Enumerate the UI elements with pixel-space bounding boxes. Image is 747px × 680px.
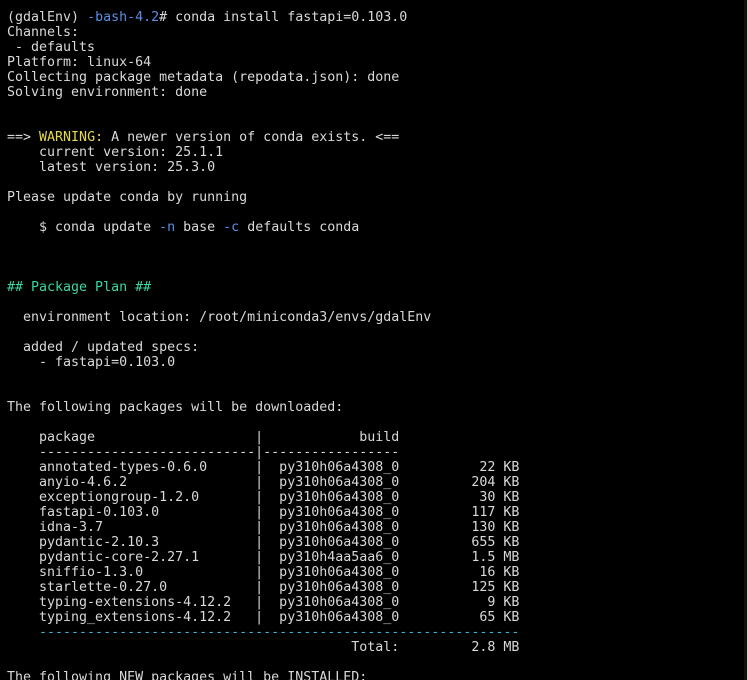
terminal-text-segment: - fastapi=0.103.0 — [7, 355, 176, 370]
terminal-text-segment: current version: 25.1.1 — [7, 145, 224, 160]
terminal-line: environment location: /root/miniconda3/e… — [7, 310, 747, 325]
terminal-text-segment: ----------------------------------------… — [7, 625, 520, 640]
terminal-text-segment: The following packages will be downloade… — [7, 400, 344, 415]
terminal-text-segment: ## Package Plan ## — [7, 280, 152, 295]
terminal-line: ==> WARNING: A newer version of conda ex… — [7, 130, 747, 145]
terminal-line: anyio-4.6.2 | py310h06a4308_0 204 KB — [7, 475, 747, 490]
terminal-line: ## Package Plan ## — [7, 280, 747, 295]
terminal-text-segment: -c — [223, 220, 240, 235]
terminal-line: Platform: linux-64 — [7, 55, 747, 70]
terminal-text-segment: - defaults — [7, 40, 96, 55]
terminal-text-segment: -n — [159, 220, 176, 235]
terminal-text-segment: # conda install fastapi=0.103.0 — [159, 10, 408, 25]
terminal-text-segment: Total: 2.8 MB — [7, 640, 520, 655]
terminal-line: ----------------------------------------… — [7, 625, 747, 640]
terminal-line: ---------------------------|------------… — [7, 445, 747, 460]
terminal-text-segment: fastapi-0.103.0 | py310h06a4308_0 117 KB — [7, 505, 520, 520]
terminal-text-segment: Please update conda by running — [7, 190, 248, 205]
terminal-line: - fastapi=0.103.0 — [7, 355, 747, 370]
terminal-text-segment: Channels: — [7, 25, 80, 40]
terminal-window[interactable]: (gdalEnv) -bash-4.2# conda install fasta… — [0, 0, 747, 680]
terminal-line: idna-3.7 | py310h06a4308_0 130 KB — [7, 520, 747, 535]
terminal-text-segment: WARNING: — [39, 130, 104, 145]
terminal-text-segment: starlette-0.27.0 | py310h06a4308_0 125 K… — [7, 580, 520, 595]
terminal-text-segment: idna-3.7 | py310h06a4308_0 130 KB — [7, 520, 520, 535]
terminal-text-segment: anyio-4.6.2 | py310h06a4308_0 204 KB — [7, 475, 520, 490]
terminal-text-segment: typing-extensions-4.12.2 | py310h06a4308… — [7, 595, 520, 610]
terminal-text-segment: typing_extensions-4.12.2 | py310h06a4308… — [7, 610, 520, 625]
terminal-text-segment: A newer version of conda exists. <== — [103, 130, 400, 145]
terminal-text-segment: pydantic-core-2.27.1 | py310h4aa5aa6_0 1… — [7, 550, 520, 565]
terminal-text-segment: -bash-4.2 — [87, 10, 160, 25]
terminal-line: annotated-types-0.6.0 | py310h06a4308_0 … — [7, 460, 747, 475]
terminal-line: added / updated specs: — [7, 340, 747, 355]
terminal-line: typing_extensions-4.12.2 | py310h06a4308… — [7, 610, 747, 625]
terminal-text-segment: ---------------------------|------------… — [7, 445, 400, 460]
terminal-text-segment: base — [175, 220, 224, 235]
terminal-text-segment: The following NEW packages will be INSTA… — [7, 670, 368, 680]
terminal-line: pydantic-2.10.3 | py310h06a4308_0 655 KB — [7, 535, 747, 550]
terminal-line: starlette-0.27.0 | py310h06a4308_0 125 K… — [7, 580, 747, 595]
terminal-line: Please update conda by running — [7, 190, 747, 205]
terminal-line: $ conda update -n base -c defaults conda — [7, 220, 747, 235]
terminal-line: The following packages will be downloade… — [7, 400, 747, 415]
terminal-line: - defaults — [7, 40, 747, 55]
terminal-output: (gdalEnv) -bash-4.2# conda install fasta… — [7, 10, 747, 680]
terminal-line: latest version: 25.3.0 — [7, 160, 747, 175]
terminal-text-segment: exceptiongroup-1.2.0 | py310h06a4308_0 3… — [7, 490, 520, 505]
terminal-line: current version: 25.1.1 — [7, 145, 747, 160]
terminal-line: The following NEW packages will be INSTA… — [7, 670, 747, 680]
terminal-text-segment: Platform: linux-64 — [7, 55, 152, 70]
terminal-text-segment: pydantic-2.10.3 | py310h06a4308_0 655 KB — [7, 535, 520, 550]
terminal-line: pydantic-core-2.27.1 | py310h4aa5aa6_0 1… — [7, 550, 747, 565]
terminal-text-segment: (gdalEnv) — [7, 10, 88, 25]
terminal-line: exceptiongroup-1.2.0 | py310h06a4308_0 3… — [7, 490, 747, 505]
terminal-text-segment: latest version: 25.3.0 — [7, 160, 216, 175]
terminal-line: package | build — [7, 430, 747, 445]
terminal-text-segment: added / updated specs: — [7, 340, 200, 355]
terminal-text-segment: sniffio-1.3.0 | py310h06a4308_0 16 KB — [7, 565, 520, 580]
terminal-text-segment: $ conda update — [7, 220, 160, 235]
terminal-text-segment: environment location: /root/miniconda3/e… — [7, 310, 432, 325]
terminal-text-segment: Collecting package metadata (repodata.js… — [7, 70, 400, 85]
terminal-line: Solving environment: done — [7, 85, 747, 100]
terminal-text-segment: defaults conda — [239, 220, 360, 235]
terminal-line: typing-extensions-4.12.2 | py310h06a4308… — [7, 595, 747, 610]
terminal-line: Total: 2.8 MB — [7, 640, 747, 655]
terminal-line: fastapi-0.103.0 | py310h06a4308_0 117 KB — [7, 505, 747, 520]
terminal-text-segment: annotated-types-0.6.0 | py310h06a4308_0 … — [7, 460, 520, 475]
terminal-line: (gdalEnv) -bash-4.2# conda install fasta… — [7, 10, 747, 25]
terminal-text-segment: package | build — [7, 430, 400, 445]
terminal-line: Channels: — [7, 25, 747, 40]
terminal-line: Collecting package metadata (repodata.js… — [7, 70, 747, 85]
terminal-line: sniffio-1.3.0 | py310h06a4308_0 16 KB — [7, 565, 747, 580]
terminal-text-segment: ==> — [7, 130, 40, 145]
terminal-text-segment: Solving environment: done — [7, 85, 208, 100]
